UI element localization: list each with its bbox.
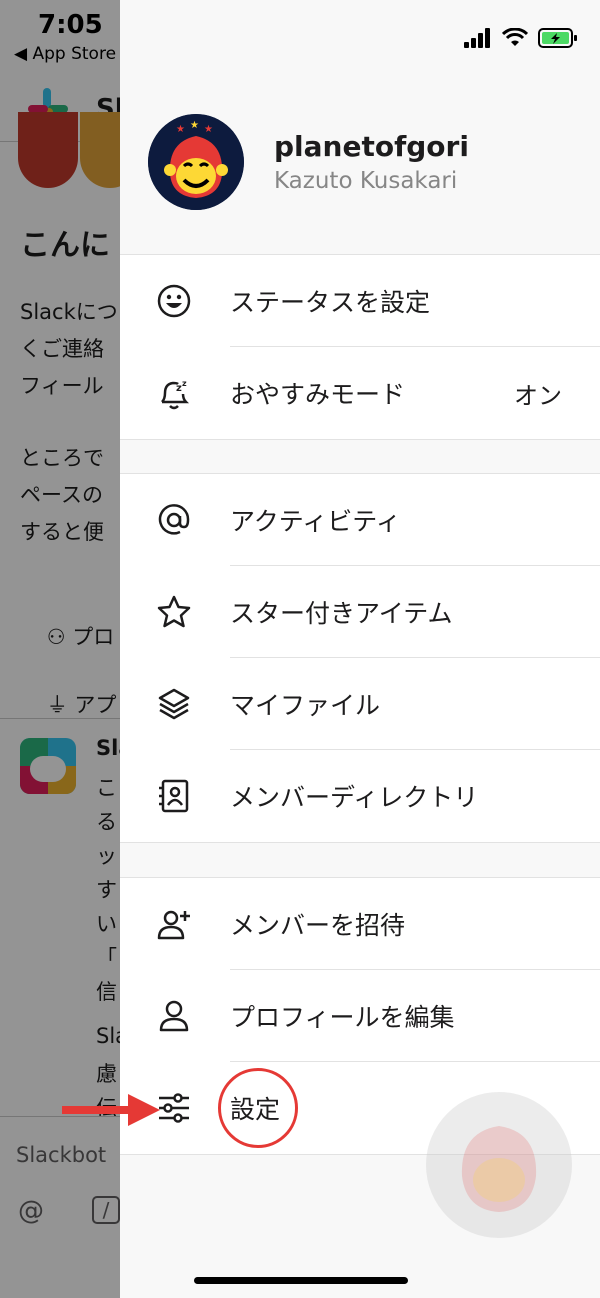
menu-item-edit-profile[interactable]: プロフィールを編集 (120, 970, 600, 1062)
svg-text:★: ★ (190, 120, 199, 131)
contact-card-icon (156, 778, 192, 814)
profile-header[interactable]: ★ ★ ★ planetofgori Kazuto Kusakari (120, 96, 600, 224)
username: planetofgori (274, 130, 469, 163)
menu-item-set-status[interactable]: ステータスを設定 (120, 255, 600, 347)
person-icon (156, 998, 192, 1034)
menu-item-label: プロフィールを編集 (230, 1003, 455, 1032)
menu-item-label: おやすみモード (230, 380, 406, 409)
wifi-icon (502, 28, 528, 46)
dnd-state-value: オン (514, 381, 562, 410)
star-icon (156, 594, 192, 630)
monkey-watermark-icon (461, 1126, 537, 1212)
menu-item-label: アクティビティ (230, 507, 401, 536)
real-name: Kazuto Kusakari (274, 168, 458, 194)
menu-item-member-directory[interactable]: メンバーディレクトリ (120, 750, 600, 842)
menu-item-label: ステータスを設定 (230, 288, 431, 317)
annotation-circle (218, 1068, 298, 1148)
menu-item-activity[interactable]: アクティビティ (120, 474, 600, 566)
menu-group-activity: アクティビティ スター付きアイテム マイファイル メンバーディレクトリ (120, 473, 600, 843)
at-sign-icon (156, 502, 192, 538)
annotation-arrow-icon (62, 1094, 160, 1126)
add-person-icon (156, 906, 192, 942)
menu-item-label: スター付きアイテム (230, 599, 453, 628)
layers-icon (156, 686, 192, 722)
smiley-icon (156, 283, 192, 319)
menu-item-starred-items[interactable]: スター付きアイテム (120, 566, 600, 658)
menu-group-status: ステータスを設定 zz おやすみモード オン (120, 254, 600, 440)
watermark-logo (426, 1092, 572, 1238)
user-avatar: ★ ★ ★ (148, 114, 244, 210)
menu-item-label: メンバーディレクトリ (230, 783, 479, 812)
home-indicator[interactable] (194, 1277, 408, 1284)
menu-item-my-files[interactable]: マイファイル (120, 658, 600, 750)
svg-text:z: z (182, 379, 187, 388)
svg-text:★: ★ (176, 124, 185, 135)
status-bar-icons (464, 26, 578, 50)
menu-item-do-not-disturb[interactable]: zz おやすみモード オン (120, 347, 600, 439)
menu-item-invite-members[interactable]: メンバーを招待 (120, 878, 600, 970)
svg-text:★: ★ (204, 124, 213, 135)
menu-item-label: メンバーを招待 (230, 911, 406, 940)
cellular-signal-icon (464, 28, 490, 48)
menu-item-label: マイファイル (230, 691, 381, 720)
monkey-avatar-icon: ★ ★ ★ (148, 114, 244, 210)
battery-charging-icon (538, 28, 577, 48)
account-drawer: ★ ★ ★ planetofgori Kazuto Kusakari ステータス… (120, 0, 600, 1298)
snooze-bell-icon: zz (156, 375, 192, 411)
